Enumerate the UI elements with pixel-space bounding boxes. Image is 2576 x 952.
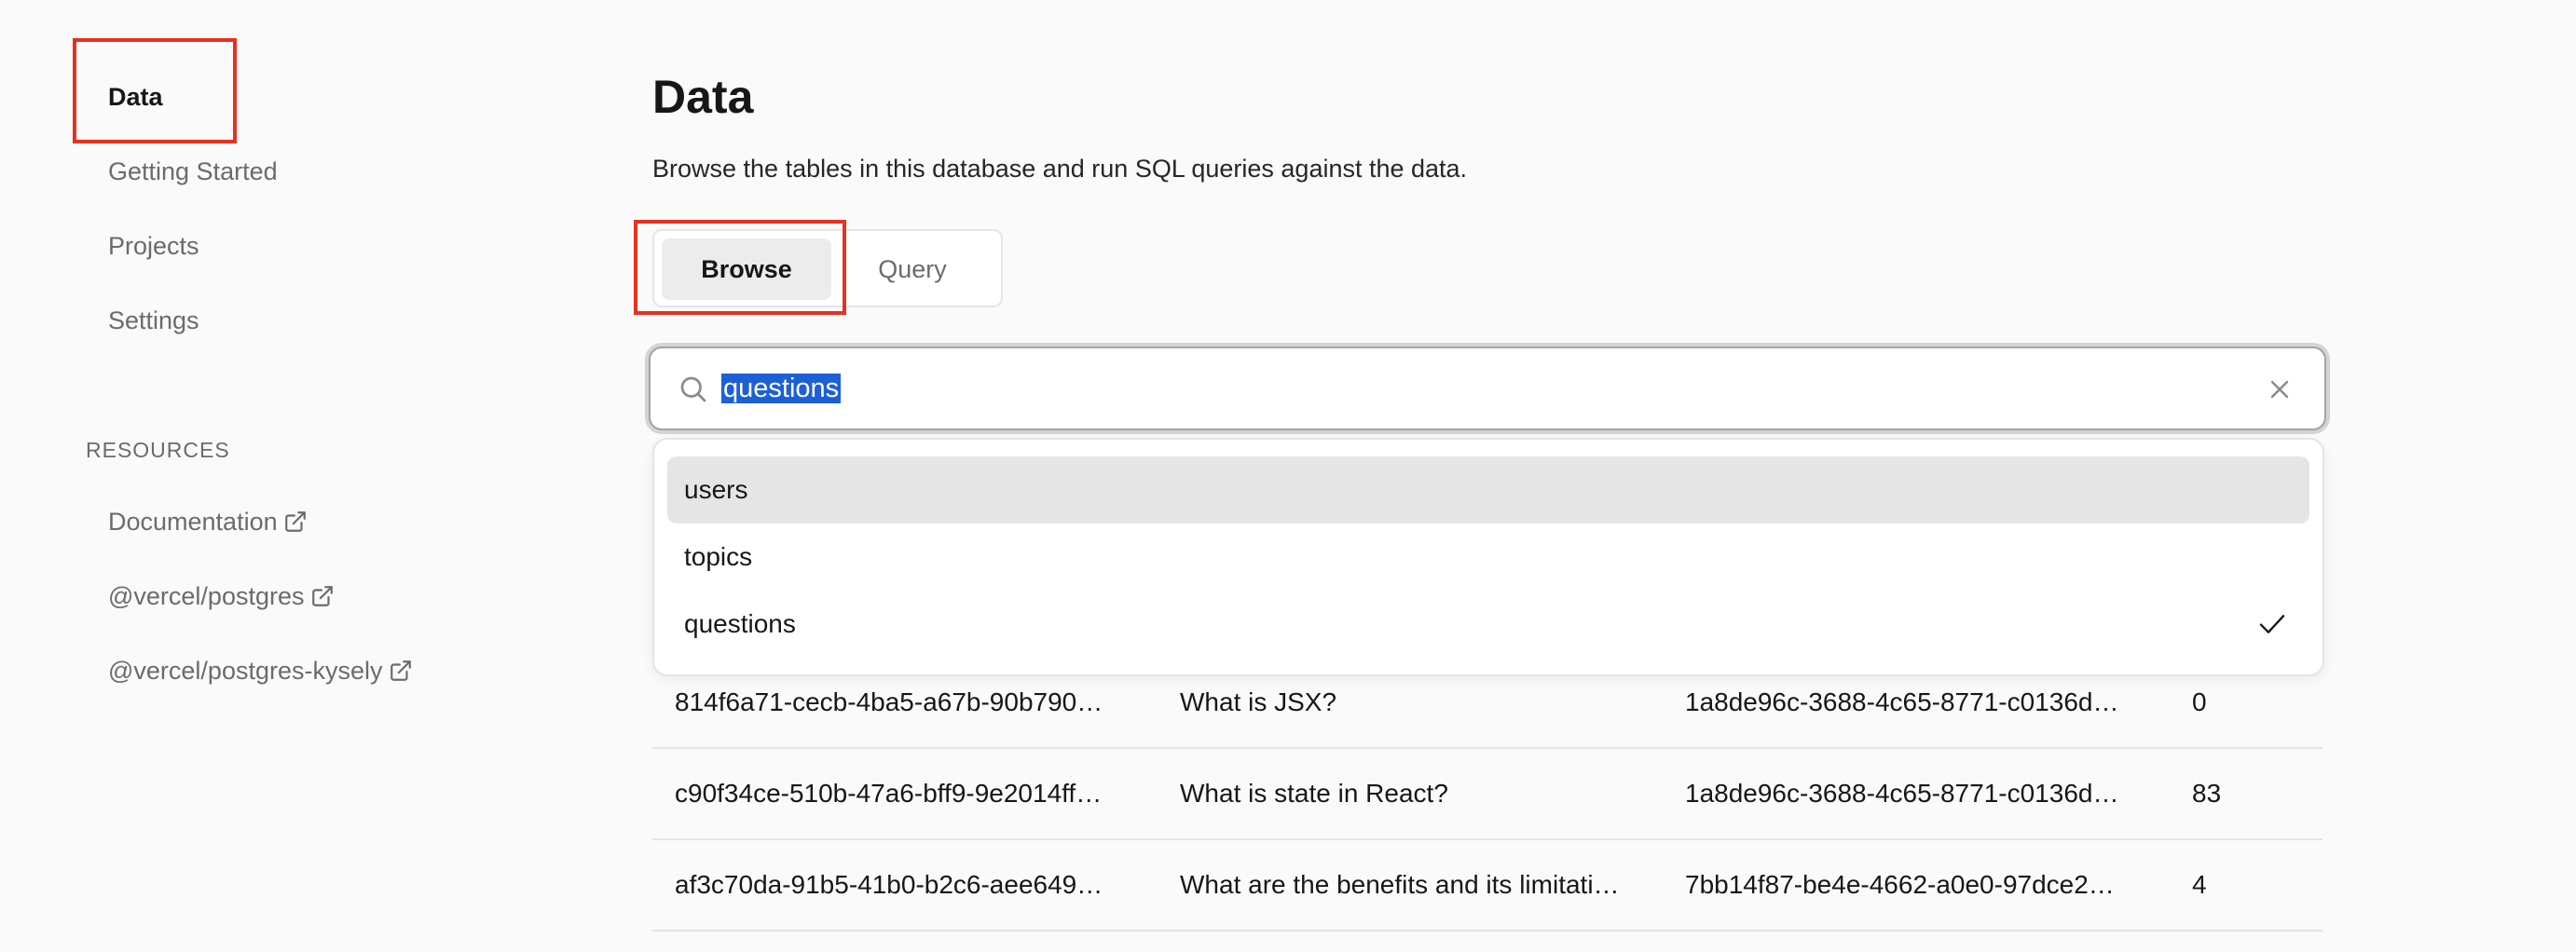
option-label: topics <box>684 542 753 571</box>
table-cell: 1a8de96c-3688-4c65-8771-c0136d… <box>1685 779 2119 808</box>
sidebar-item-data[interactable]: Data <box>108 78 163 116</box>
table-cell: af3c70da-91b5-41b0-b2c6-aee649… <box>675 870 1103 899</box>
table-row[interactable]: c90f34ce-510b-47a6-bff9-9e2014ff… What i… <box>652 749 2323 840</box>
resource-label: @vercel/postgres <box>108 582 305 610</box>
view-tabs: Browse Query <box>652 229 1003 307</box>
resource-link-documentation[interactable]: Documentation <box>108 503 308 540</box>
search-input-selected-text: questions <box>721 374 842 403</box>
dropdown-option-topics[interactable]: topics <box>667 524 2309 591</box>
tab-browse[interactable]: Browse <box>662 238 831 300</box>
dropdown-option-users[interactable]: users <box>667 456 2309 524</box>
sidebar-item-projects[interactable]: Projects <box>108 227 199 265</box>
sidebar-item-settings[interactable]: Settings <box>108 302 199 339</box>
option-label: users <box>684 475 748 504</box>
resources-heading: RESOURCES <box>86 438 230 462</box>
table-cell: 7bb14f87-be4e-4662-a0e0-97dce2… <box>1685 870 2115 899</box>
table-cell: 4 <box>2192 870 2207 899</box>
table-cell: What is state in React? <box>1180 779 1448 808</box>
external-link-icon <box>390 660 411 681</box>
check-icon <box>2259 615 2285 633</box>
resource-link-vercel-postgres-kysely[interactable]: @vercel/postgres-kysely <box>108 652 413 689</box>
resource-label: @vercel/postgres-kysely <box>108 657 383 685</box>
option-label: questions <box>684 609 796 638</box>
tab-query[interactable]: Query <box>843 238 982 300</box>
table-cell: What are the benefits and its limitati… <box>1180 870 1620 899</box>
table-cell: 83 <box>2192 779 2222 808</box>
search-icon <box>680 376 706 402</box>
table-cell: c90f34ce-510b-47a6-bff9-9e2014ff… <box>675 779 1103 808</box>
external-link-icon <box>311 586 333 606</box>
table-row[interactable]: af3c70da-91b5-41b0-b2c6-aee649… What are… <box>652 840 2323 932</box>
close-icon[interactable] <box>2265 374 2295 404</box>
table-select-dropdown: users topics questions <box>652 438 2324 676</box>
resource-label: Documentation <box>108 508 278 536</box>
resource-link-vercel-postgres[interactable]: @vercel/postgres <box>108 578 335 615</box>
table-search-combobox[interactable]: questions <box>649 347 2326 430</box>
sidebar-item-getting-started[interactable]: Getting Started <box>108 153 278 190</box>
page-title: Data <box>652 71 754 123</box>
page-description: Browse the tables in this database and r… <box>652 155 1468 183</box>
sidebar: Data Getting Started Projects Settings R… <box>0 0 596 952</box>
external-link-icon <box>284 511 306 532</box>
main-content: Data Browse the tables in this database … <box>634 0 2326 952</box>
dropdown-option-questions[interactable]: questions <box>667 591 2309 658</box>
search-input[interactable]: questions <box>721 365 2175 412</box>
